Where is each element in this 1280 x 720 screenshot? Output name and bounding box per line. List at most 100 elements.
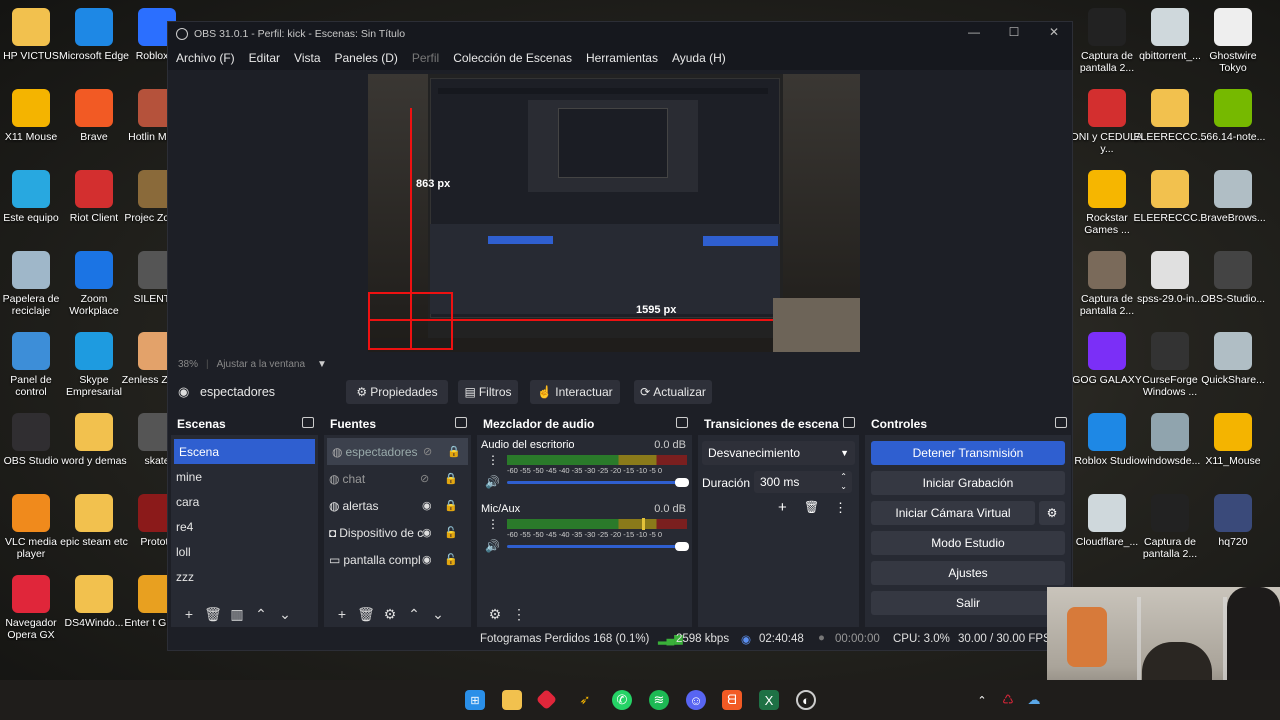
spotify-icon[interactable]: ≋ xyxy=(649,690,669,710)
stop-stream-button[interactable]: Detener Transmisión xyxy=(871,441,1065,465)
undock-icon[interactable] xyxy=(455,417,467,428)
undock-icon[interactable] xyxy=(843,417,855,428)
remove-transition-icon[interactable]: 🗑 xyxy=(804,500,819,514)
menu-editar[interactable]: Editar xyxy=(249,51,280,65)
virtual-camera-settings-icon[interactable]: ⚙ xyxy=(1039,501,1065,525)
scene-item[interactable]: Escena xyxy=(174,439,315,464)
menu-vista[interactable]: Vista xyxy=(294,51,320,65)
source-item[interactable]: ▭ pantalla compl ◉ 🔓 xyxy=(324,546,471,573)
menu-herramientas[interactable]: Herramientas xyxy=(586,51,658,65)
speaker-icon[interactable]: 🔊 xyxy=(485,539,500,553)
unlock-icon[interactable]: 🔓 xyxy=(444,553,458,566)
scene-item[interactable]: re4 xyxy=(171,514,318,539)
menu-perfil[interactable]: Perfil xyxy=(412,51,439,65)
preview-area[interactable]: 863 px 1595 px 38% | Ajustar a la ventan… xyxy=(168,70,1072,376)
desktop-icon[interactable]: 566.14-note... xyxy=(1196,89,1270,143)
tray-app-icon[interactable]: ♺ xyxy=(998,690,1018,710)
speaker-icon[interactable]: 🔊 xyxy=(485,475,500,489)
transition-menu-icon[interactable]: ⋮ xyxy=(834,500,847,516)
whatsapp-icon[interactable]: ✆ xyxy=(612,690,632,710)
source-settings-icon[interactable]: ⚙ xyxy=(378,606,402,623)
desktop-icon[interactable]: BraveBrows... xyxy=(1196,170,1270,224)
move-down-icon[interactable]: ⌄ xyxy=(426,606,450,623)
eye-icon[interactable]: ◉ xyxy=(422,499,432,512)
mixer-menu-icon[interactable]: ⋮ xyxy=(507,606,531,623)
stepper-icon[interactable]: ⌃ ⌄ xyxy=(840,472,847,492)
desktop-icon[interactable]: X11_Mouse xyxy=(1196,413,1270,467)
exit-button[interactable]: Salir xyxy=(871,591,1065,615)
eye-hidden-icon[interactable]: ⊘ xyxy=(420,472,429,485)
brave-icon[interactable]: ᗺ xyxy=(722,690,742,710)
zoom-fit-label[interactable]: Ajustar a la ventana xyxy=(217,359,305,370)
undock-icon[interactable] xyxy=(302,417,314,428)
menu-ayuda[interactable]: Ayuda (H) xyxy=(672,51,726,65)
add-source-icon[interactable]: + xyxy=(330,606,354,622)
advanced-audio-icon[interactable]: ⚙ xyxy=(483,606,507,623)
discord-icon[interactable]: ☺ xyxy=(686,690,706,710)
source-item[interactable]: ◍ alertas ◉ 🔒 xyxy=(324,492,471,519)
diamond-app-icon[interactable] xyxy=(535,688,558,711)
remove-scene-icon[interactable]: 🗑 xyxy=(201,606,225,623)
add-transition-icon[interactable]: + xyxy=(778,499,787,516)
properties-button[interactable]: ⚙ Propiedades xyxy=(346,380,448,404)
move-up-icon[interactable]: ⌃ xyxy=(249,606,273,623)
desktop-icon[interactable]: OBS-Studio... xyxy=(1196,251,1270,305)
scene-item[interactable]: zzz xyxy=(171,564,318,589)
volume-slider[interactable] xyxy=(507,478,689,487)
start-recording-button[interactable]: Iniciar Grabación xyxy=(871,471,1065,495)
desktop-icon[interactable]: Ghostwire Tokyo xyxy=(1196,8,1270,74)
lock-icon[interactable]: 🔒 xyxy=(447,445,461,458)
virtual-camera-button[interactable]: Iniciar Cámara Virtual xyxy=(871,501,1035,525)
settings-button[interactable]: Ajustes xyxy=(871,561,1065,585)
file-explorer-icon[interactable] xyxy=(502,690,522,710)
maximize-icon[interactable]: ☐ xyxy=(1004,25,1024,39)
channel-menu-icon[interactable]: ⋮ xyxy=(487,453,499,467)
obs-icon[interactable]: ◐ xyxy=(796,690,816,710)
lock-icon[interactable]: 🔒 xyxy=(444,499,458,512)
unlock-icon[interactable]: 🔓 xyxy=(444,526,458,539)
move-down-icon[interactable]: ⌄ xyxy=(273,606,297,623)
interact-button[interactable]: ☝ Interactuar xyxy=(530,380,620,404)
windows-start-icon[interactable]: ⊞ xyxy=(465,690,485,710)
source-item[interactable]: ◍ espectadores ⊘ 🔒 xyxy=(327,438,468,465)
duration-input[interactable]: 300 ms ⌃ ⌄ xyxy=(754,471,852,493)
undock-icon[interactable] xyxy=(676,417,688,428)
x11-mouse-icon[interactable]: ➶ xyxy=(575,690,595,710)
download-icon xyxy=(1151,251,1189,289)
scene-item[interactable]: loll xyxy=(171,539,318,564)
undock-icon[interactable] xyxy=(1055,417,1067,428)
menu-archivo[interactable]: Archivo (F) xyxy=(176,51,235,65)
scene-item[interactable]: cara xyxy=(171,489,318,514)
lock-icon[interactable]: 🔒 xyxy=(444,472,458,485)
controls-dock: Controles Detener Transmisión Iniciar Gr… xyxy=(865,413,1071,627)
excel-icon[interactable]: X xyxy=(759,690,779,710)
chevron-up-icon[interactable]: ⌃ xyxy=(972,690,992,710)
menu-coleccion[interactable]: Colección de Escenas xyxy=(453,51,572,65)
menu-paneles[interactable]: Paneles (D) xyxy=(335,51,398,65)
desktop-icon[interactable]: hq720 xyxy=(1196,494,1270,548)
eye-hidden-icon[interactable]: ⊘ xyxy=(423,445,432,458)
cloud-icon[interactable]: ☁ xyxy=(1024,690,1044,710)
close-icon[interactable]: ✕ xyxy=(1044,25,1064,39)
desktop-icon-label: Riot Client xyxy=(69,212,119,224)
channel-menu-icon[interactable]: ⋮ xyxy=(487,517,499,531)
scene-item[interactable]: mine xyxy=(171,464,318,489)
minimize-icon[interactable]: — xyxy=(964,25,984,39)
refresh-button[interactable]: ⟳ Actualizar xyxy=(634,380,712,404)
desktop-icon[interactable]: QuickShare... xyxy=(1196,332,1270,386)
volume-slider[interactable] xyxy=(507,542,689,551)
chevron-down-icon[interactable]: ▼ xyxy=(317,359,327,370)
desktop-icon-label: X11 Mouse xyxy=(4,131,58,143)
preview-canvas[interactable]: 863 px 1595 px xyxy=(368,74,860,352)
transition-select[interactable]: Desvanecimiento ▼ xyxy=(702,441,855,465)
source-item[interactable]: ◘ Dispositivo de c ◉ 🔓 xyxy=(324,519,471,546)
source-item[interactable]: ◍ chat ⊘ 🔒 xyxy=(324,465,471,492)
remove-source-icon[interactable]: 🗑 xyxy=(354,606,378,623)
eye-icon[interactable]: ◉ xyxy=(422,526,432,539)
scene-filters-icon[interactable]: ▥ xyxy=(225,606,249,623)
studio-mode-button[interactable]: Modo Estudio xyxy=(871,531,1065,555)
add-scene-icon[interactable]: + xyxy=(177,606,201,622)
filters-button[interactable]: ▤ Filtros xyxy=(458,380,518,404)
eye-icon[interactable]: ◉ xyxy=(422,553,432,566)
move-up-icon[interactable]: ⌃ xyxy=(402,606,426,623)
